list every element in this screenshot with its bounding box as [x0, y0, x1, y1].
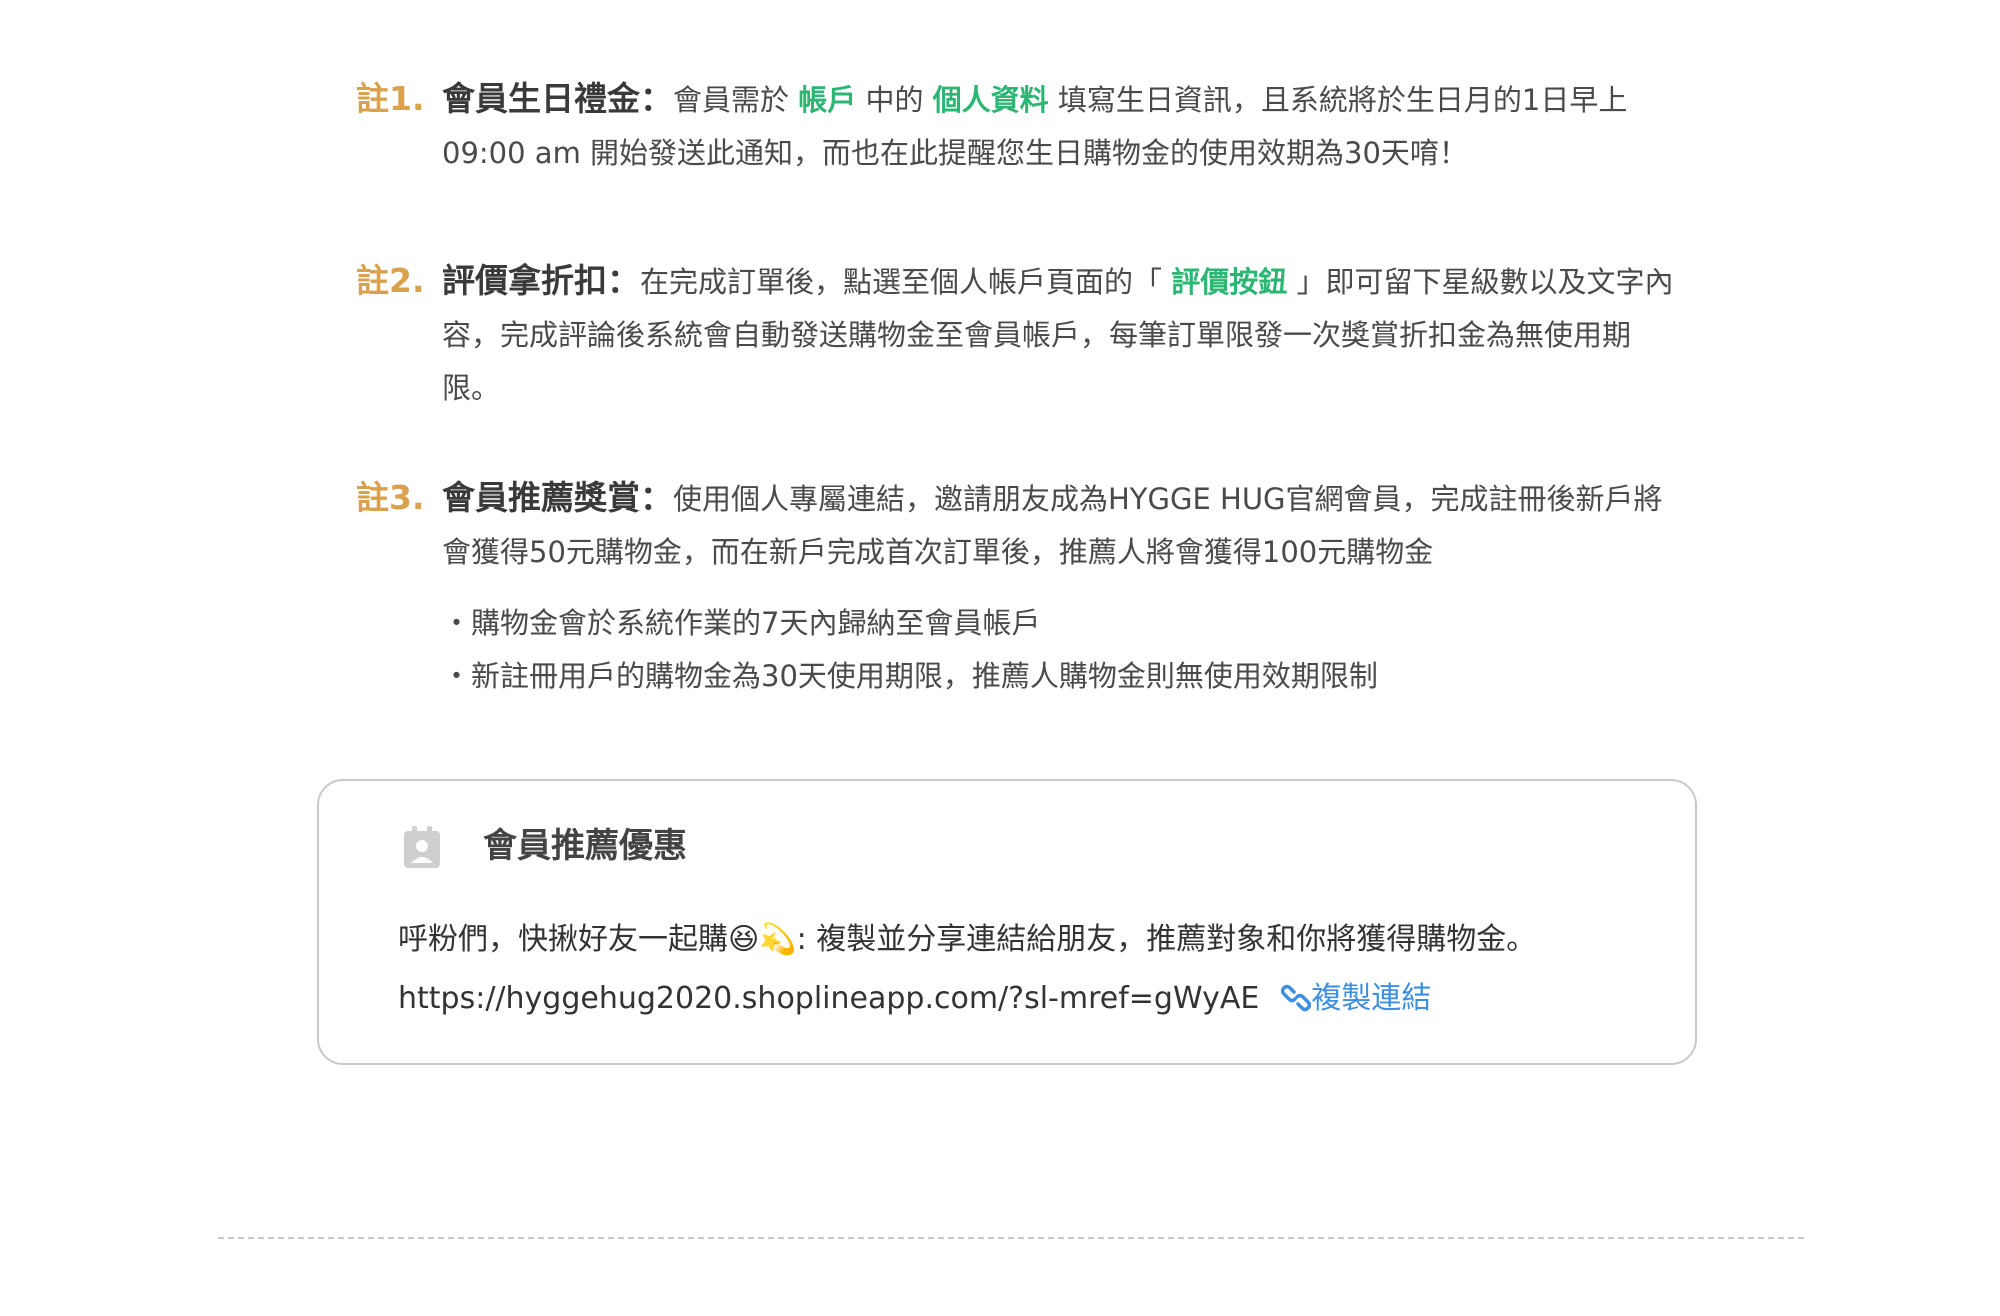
copy-link-label: 複製連結	[1311, 981, 1432, 1016]
referral-card: 會員推薦優惠 呼粉們，快揪好友一起購😆💫: 複製並分享連結給朋友，推薦對象和你將…	[317, 779, 1697, 1065]
bullet-item: ・購物金會於系統作業的7天內歸納至會員帳戶	[442, 606, 1041, 640]
review-button-highlight: 評價按鈕	[1171, 265, 1288, 299]
referral-message: 呼粉們，快揪好友一起購😆💫: 複製並分享連結給朋友，推薦對象和你將獲得購物金。	[398, 922, 1537, 957]
profile-highlight: 個人資料	[932, 83, 1049, 117]
dashed-divider	[218, 1237, 1804, 1239]
note-text: 中的	[856, 83, 933, 117]
referral-link-row: https://hyggehug2020.shoplineapp.com/?sl…	[398, 974, 1431, 1024]
link-icon	[1281, 981, 1312, 1016]
note-number: 註3.	[356, 478, 425, 517]
member-card-icon	[403, 825, 441, 869]
card-title: 會員推薦優惠	[483, 826, 687, 866]
account-highlight: 帳戶	[798, 83, 857, 117]
note-title: 會員生日禮金：	[442, 79, 673, 118]
note-number: 註1.	[356, 79, 425, 118]
note-body: 會員推薦獎賞：使用個人專屬連結，邀請朋友成為HYGGE HUG官網會員，完成註冊…	[442, 471, 1676, 703]
note-text: 在完成訂單後，點選至個人帳戶頁面的「	[640, 265, 1172, 299]
copy-link-button[interactable]: 複製連結	[1281, 981, 1431, 1016]
referral-url[interactable]: https://hyggehug2020.shoplineapp.com/?sl…	[398, 981, 1259, 1016]
note-number: 註2.	[356, 261, 425, 300]
bullet-list: ・購物金會於系統作業的7天內歸納至會員帳戶 ・新註冊用戶的購物金為30天使用期限…	[442, 597, 1676, 703]
note-body: 會員生日禮金：會員需於 帳戶 中的 個人資料 填寫生日資訊，且系統將於生日月的1…	[442, 72, 1676, 180]
note-text: 會員需於	[673, 83, 799, 117]
bullet-item: ・新註冊用戶的購物金為30天使用期限，推薦人購物金則無使用效期限制	[442, 659, 1378, 693]
note-title: 會員推薦獎賞：	[442, 478, 673, 517]
note-body: 評價拿折扣：在完成訂單後，點選至個人帳戶頁面的「 評價按鈕 」即可留下星級數以及…	[442, 254, 1676, 415]
note-title: 評價拿折扣：	[442, 261, 640, 300]
